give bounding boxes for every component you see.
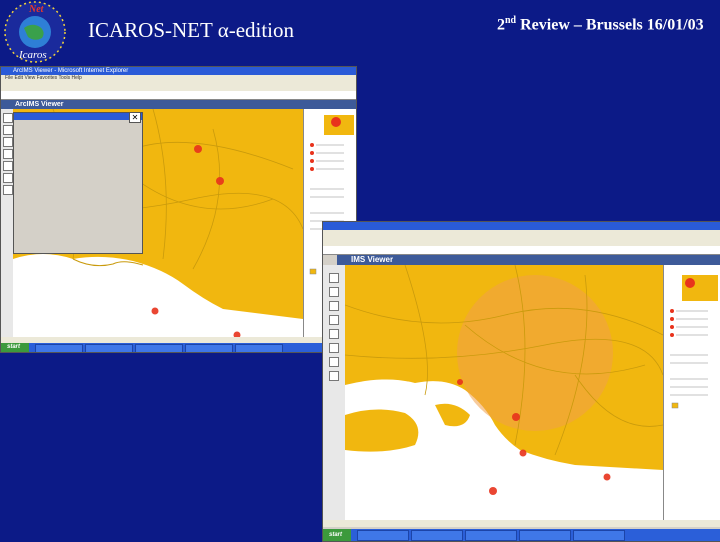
taskbar-item[interactable] xyxy=(573,530,625,541)
map-toolbar xyxy=(323,265,346,520)
start-button[interactable]: start xyxy=(1,343,29,352)
taskbar-item[interactable] xyxy=(135,344,183,352)
measure-tool[interactable] xyxy=(329,329,339,339)
slide-title: ICAROS-NET α-edition xyxy=(88,18,295,42)
logo-text-net: Net xyxy=(28,4,45,15)
screenshot-arcims-1: ArcIMS Viewer - Microsoft Internet Explo… xyxy=(0,66,357,353)
taskbar-item[interactable] xyxy=(235,344,283,352)
status-bar xyxy=(323,520,720,527)
close-icon[interactable]: ✕ xyxy=(129,112,141,123)
measure-tool[interactable] xyxy=(3,161,13,171)
address-bar[interactable] xyxy=(1,91,356,100)
dialog-title-bar xyxy=(14,113,142,120)
zoom-out-tool[interactable] xyxy=(329,287,339,297)
taskbar-item[interactable] xyxy=(519,530,571,541)
start-button[interactable]: start xyxy=(323,529,351,541)
zoom-in-tool[interactable] xyxy=(3,113,13,123)
screenshot-arcims-2: IMS Viewer start xyxy=(322,221,720,542)
query-dialog: ✕ xyxy=(13,112,143,254)
taskbar-item[interactable] xyxy=(85,344,133,352)
browser-toolbar[interactable] xyxy=(323,230,720,247)
identify-tool[interactable] xyxy=(3,149,13,159)
query-tool[interactable] xyxy=(3,185,13,195)
taskbar-item[interactable] xyxy=(411,530,463,541)
zoom-out-tool[interactable] xyxy=(3,125,13,135)
windows-taskbar: start xyxy=(1,343,356,352)
select-tool[interactable] xyxy=(3,173,13,183)
taskbar-item[interactable] xyxy=(465,530,517,541)
browser-title-bar: ArcIMS Viewer - Microsoft Internet Explo… xyxy=(1,67,356,75)
taskbar-item[interactable] xyxy=(357,530,409,541)
zoom-in-tool[interactable] xyxy=(329,273,339,283)
viewer-banner: ArcIMS Viewer xyxy=(1,100,356,109)
select-tool[interactable] xyxy=(329,343,339,353)
review-superscript: nd xyxy=(505,15,517,26)
viewer-banner: IMS Viewer xyxy=(337,255,720,265)
identify-tool[interactable] xyxy=(329,315,339,325)
review-prefix: 2 xyxy=(497,16,505,34)
query-tool[interactable] xyxy=(329,357,339,367)
taskbar-item[interactable] xyxy=(185,344,233,352)
pan-tool[interactable] xyxy=(3,137,13,147)
review-header: 2nd Review – Brussels 16/01/03 xyxy=(497,15,704,34)
layer-legend xyxy=(663,265,720,520)
address-bar[interactable] xyxy=(323,246,720,255)
review-rest: Review – Brussels 16/01/03 xyxy=(516,16,704,34)
taskbar-item[interactable] xyxy=(35,344,83,352)
browser-title-bar xyxy=(323,222,720,230)
windows-taskbar: start xyxy=(323,529,720,541)
logo-text-icaros: Icaros xyxy=(18,49,47,61)
buffer-tool[interactable] xyxy=(329,371,339,381)
pan-tool[interactable] xyxy=(329,301,339,311)
icaros-logo: Net Icaros xyxy=(2,0,68,66)
map-view[interactable] xyxy=(345,265,663,520)
